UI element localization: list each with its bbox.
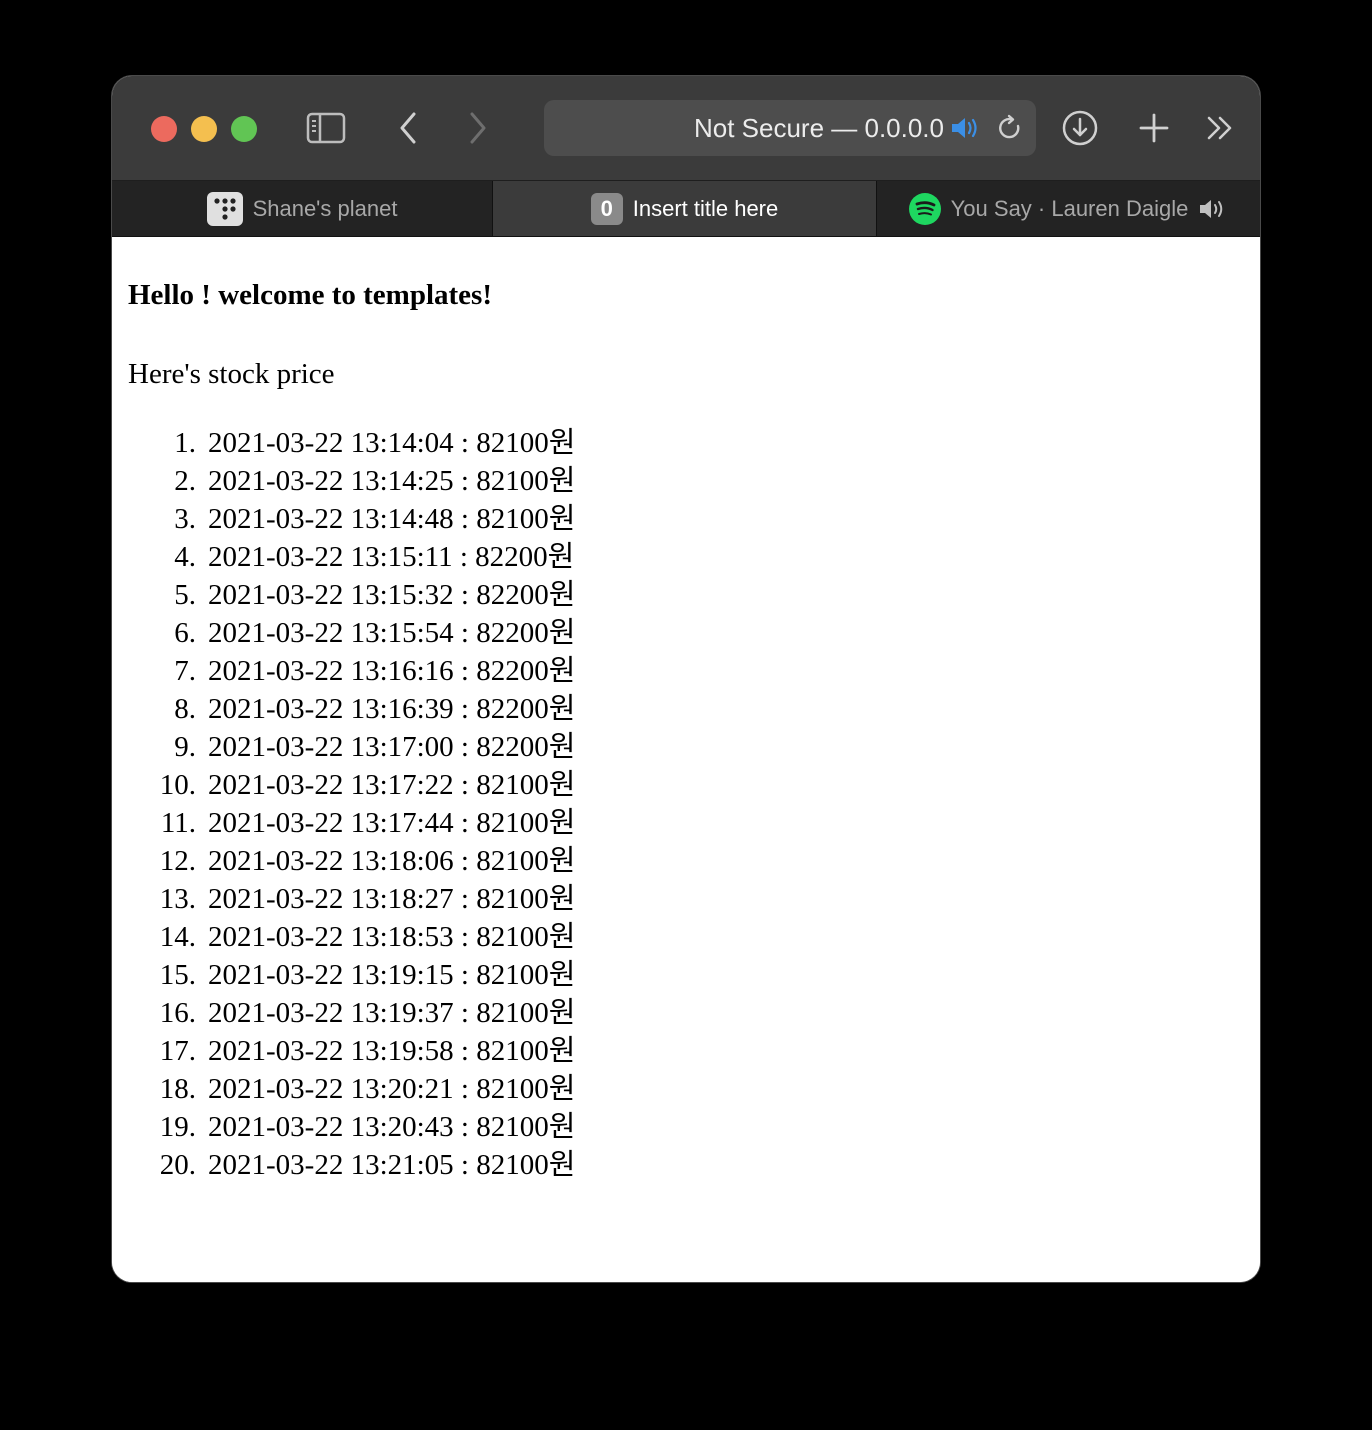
spotify-favicon-icon (908, 192, 941, 225)
back-chevron-icon[interactable] (390, 108, 426, 148)
tab-label: You Say · Lauren Daigle (950, 195, 1189, 221)
page-content: Hello ! welcome to templates! Here's sto… (112, 237, 1260, 1282)
item-text: 2021-03-22 13:14:04 : 82100원 (208, 427, 576, 459)
item-number: 20. (159, 1149, 196, 1181)
item-number: 13. (159, 883, 196, 915)
item-text: 2021-03-22 13:17:22 : 82100원 (208, 769, 576, 801)
address-text: Not Secure — 0.0.0.0 (693, 113, 944, 143)
item-text: 2021-03-22 13:20:43 : 82100원 (208, 1111, 576, 1143)
item-number: 12. (159, 845, 196, 877)
tab-label: Insert title here (632, 195, 779, 221)
item-number: 1. (174, 427, 196, 459)
item-text: 2021-03-22 13:18:06 : 82100원 (208, 845, 576, 877)
item-number: 2. (174, 465, 196, 497)
dots-favicon-icon (206, 191, 243, 226)
item-number: 18. (159, 1073, 196, 1105)
item-number: 9. (174, 731, 196, 763)
tab-label: Shane's planet (252, 195, 398, 221)
item-number: 19. (159, 1111, 196, 1143)
item-number: 17. (159, 1035, 196, 1067)
item-number: 11. (160, 807, 196, 839)
item-text: 2021-03-22 13:17:00 : 82200원 (208, 731, 576, 763)
browser-window: Not Secure — 0.0.0.0 Shane's planet 0 In… (112, 76, 1260, 1282)
item-text: 2021-03-22 13:20:21 : 82100원 (208, 1073, 576, 1105)
item-text: 2021-03-22 13:19:58 : 82100원 (208, 1035, 576, 1067)
tab-insert-title[interactable]: 0 Insert title here (493, 181, 877, 236)
item-text: 2021-03-22 13:19:37 : 82100원 (208, 997, 576, 1029)
item-number: 3. (174, 503, 196, 535)
item-text: 2021-03-22 13:18:53 : 82100원 (208, 921, 576, 953)
item-number: 8. (174, 693, 196, 725)
address-bar[interactable]: Not Secure — 0.0.0.0 (544, 100, 1036, 156)
item-text: 2021-03-22 13:15:11 : 82200원 (208, 541, 575, 573)
item-text: 2021-03-22 13:15:54 : 82200원 (208, 617, 576, 649)
browser-toolbar: Not Secure — 0.0.0.0 (112, 76, 1260, 181)
maximize-window-button[interactable] (231, 116, 257, 142)
close-window-button[interactable] (151, 116, 177, 142)
tab-bar: Shane's planet 0 Insert title here You S… (112, 181, 1260, 237)
item-text: 2021-03-22 13:15:32 : 82200원 (208, 579, 576, 611)
sidebar-toggle-icon[interactable] (304, 110, 348, 146)
page-heading: Hello ! welcome to templates! (128, 279, 492, 311)
item-number: 5. (174, 579, 196, 611)
reload-icon[interactable] (994, 112, 1026, 144)
minimize-window-button[interactable] (191, 116, 217, 142)
forward-chevron-icon[interactable] (460, 108, 496, 148)
item-text: 2021-03-22 13:16:16 : 82200원 (208, 655, 576, 687)
item-number: 6. (174, 617, 196, 649)
item-number: 14. (159, 921, 196, 953)
item-number: 4. (174, 541, 196, 573)
item-number: 7. (174, 655, 196, 687)
more-chevrons-icon[interactable] (1202, 108, 1238, 148)
item-number: 16. (159, 997, 196, 1029)
tab-speaker-icon[interactable] (1198, 197, 1228, 221)
item-text: 2021-03-22 13:14:25 : 82100원 (208, 465, 576, 497)
item-text: 2021-03-22 13:16:39 : 82200원 (208, 693, 576, 725)
tab-shanes-planet[interactable]: Shane's planet (112, 181, 493, 236)
item-text: 2021-03-22 13:21:05 : 82100원 (208, 1149, 576, 1181)
page-subtitle: Here's stock price (128, 358, 335, 390)
zero-favicon-icon: 0 (590, 192, 623, 225)
download-icon[interactable] (1060, 108, 1100, 148)
tab-you-say[interactable]: You Say · Lauren Daigle (877, 181, 1260, 236)
item-text: 2021-03-22 13:14:48 : 82100원 (208, 503, 576, 535)
item-text: 2021-03-22 13:19:15 : 82100원 (208, 959, 576, 991)
item-text: 2021-03-22 13:17:44 : 82100원 (208, 807, 576, 839)
item-number: 15. (159, 959, 196, 991)
item-number: 10. (159, 769, 196, 801)
item-text: 2021-03-22 13:18:27 : 82100원 (208, 883, 576, 915)
speaker-audio-icon[interactable] (948, 112, 984, 144)
new-tab-plus-icon[interactable] (1134, 108, 1174, 148)
